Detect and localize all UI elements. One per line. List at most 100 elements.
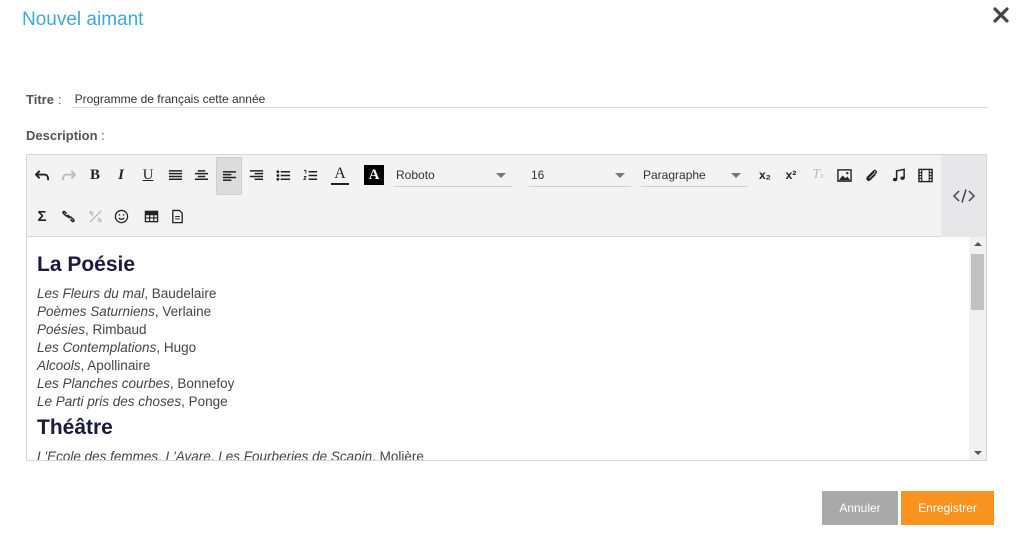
block-format-select[interactable]: Paragraphe: [641, 163, 747, 187]
align-left-button[interactable]: [216, 157, 242, 195]
italic-button[interactable]: I: [108, 162, 134, 188]
clear-format-icon: T: [812, 167, 821, 182]
insert-page-button[interactable]: [164, 203, 190, 229]
subscript-button[interactable]: x₂: [752, 162, 778, 188]
bullet-list-button[interactable]: [270, 162, 296, 188]
align-center-button[interactable]: [188, 162, 214, 188]
numbered-list-icon: [302, 169, 317, 180]
title-label: Titre: [26, 91, 54, 107]
editor-scrollbar[interactable]: [969, 237, 986, 460]
scroll-up-icon[interactable]: [974, 242, 982, 246]
unlink-icon: [88, 209, 102, 223]
work-title: Les Fourberies de Scapin: [218, 449, 373, 460]
chevron-down-icon: [615, 173, 625, 178]
editor-content-body: La Poésie Les Fleurs du mal, Baudelaire …: [37, 251, 967, 460]
save-button[interactable]: Enregistrer: [901, 491, 994, 525]
film-icon: [917, 168, 933, 182]
font-size-value: 16: [531, 167, 545, 182]
justify-button[interactable]: [162, 162, 188, 188]
font-family-value: Roboto: [396, 167, 435, 182]
smiley-icon: [114, 209, 128, 223]
description-separator: :: [101, 128, 105, 143]
work-author: , Molière: [372, 449, 424, 460]
attach-file-button[interactable]: [858, 162, 884, 188]
image-icon: [836, 168, 852, 182]
work-author: , Hugo: [156, 340, 197, 355]
code-view-button[interactable]: [941, 155, 986, 237]
editor-content[interactable]: La Poésie Les Fleurs du mal, Baudelaire …: [27, 237, 986, 460]
scroll-thumb[interactable]: [971, 254, 984, 310]
font-size-select[interactable]: 16: [529, 163, 631, 187]
superscript-button[interactable]: x²: [778, 162, 804, 188]
justify-icon: [168, 169, 182, 180]
font-family-select[interactable]: Roboto: [394, 163, 512, 187]
work-author: , Rimbaud: [85, 322, 147, 337]
work-separator: ,: [158, 449, 166, 460]
list-item: Alcools, Apollinaire: [37, 357, 967, 375]
list-item: Les Fleurs du mal, Baudelaire: [37, 285, 967, 303]
close-button[interactable]: [992, 6, 1010, 24]
text-color-swatch: [331, 182, 349, 185]
align-right-button[interactable]: [243, 162, 269, 188]
background-color-icon: A: [364, 165, 384, 185]
insert-formula-button[interactable]: Σ: [29, 203, 55, 229]
work-author: , Bonnefoy: [169, 376, 235, 391]
table-icon: [144, 210, 158, 222]
undo-button[interactable]: [29, 162, 55, 188]
work-title: Les Fleurs du mal: [37, 286, 145, 301]
insert-link-button[interactable]: [55, 203, 81, 229]
heading-poetry: La Poésie: [37, 253, 136, 276]
work-title: L'Avare: [165, 449, 211, 460]
code-icon: [952, 189, 975, 203]
paperclip-icon: [865, 169, 877, 181]
work-title: Poésies: [37, 322, 86, 337]
list-item: Les Contemplations, Hugo: [37, 339, 967, 357]
editor-toolbar: B I U A A Roboto 16 Paragraphe x₂ x² T x…: [27, 155, 986, 237]
underline-button[interactable]: U: [135, 162, 161, 188]
chevron-down-icon: [496, 173, 506, 178]
list-item: Les Planches courbes, Bonnefoy: [37, 375, 967, 393]
insert-image-button[interactable]: [831, 162, 857, 188]
document-icon: [171, 209, 183, 223]
clear-format-x: x: [820, 170, 824, 180]
description-label-text: Description: [26, 128, 98, 143]
cancel-button[interactable]: Annuler: [822, 491, 898, 525]
insert-video-button[interactable]: [912, 162, 938, 188]
toolbar-buttons: B I U A A Roboto 16 Paragraphe x₂ x² T x…: [27, 155, 941, 237]
align-center-icon: [194, 169, 208, 180]
title-separator: :: [57, 91, 62, 107]
link-icon: [61, 210, 75, 222]
work-title: Le Parti pris des choses: [37, 394, 182, 409]
list-item: Le Parti pris des choses, Ponge: [37, 393, 967, 411]
block-format-value: Paragraphe: [643, 167, 706, 182]
work-title: Les Contemplations: [37, 340, 157, 355]
work-author: , Ponge: [181, 394, 228, 409]
work-title: L'Ecole des femmes: [37, 449, 159, 460]
unlink-button[interactable]: [82, 203, 108, 229]
work-author: , Verlaine: [154, 304, 212, 319]
rich-text-editor: B I U A A Roboto 16 Paragraphe x₂ x² T x…: [26, 154, 987, 461]
list-item: Poésies, Rimbaud: [37, 321, 967, 339]
align-left-icon: [222, 170, 236, 181]
list-item: Poèmes Saturniens, Verlaine: [37, 303, 967, 321]
bold-button[interactable]: B: [82, 162, 108, 188]
insert-audio-button[interactable]: [885, 162, 911, 188]
numbered-list-button[interactable]: [297, 162, 323, 188]
bullet-list-icon: [275, 169, 290, 181]
background-color-button[interactable]: A: [361, 162, 387, 188]
clear-format-button[interactable]: Tx: [805, 162, 831, 188]
work-title: Poèmes Saturniens: [37, 304, 155, 319]
scroll-down-icon[interactable]: [974, 451, 982, 455]
work-author: , Apollinaire: [80, 358, 151, 373]
close-icon: [993, 7, 1009, 23]
text-color-button[interactable]: A: [327, 162, 353, 188]
dialog-title: Nouvel aimant: [22, 9, 144, 30]
undo-icon: [34, 169, 49, 180]
title-input[interactable]: [71, 90, 988, 108]
music-note-icon: [892, 168, 905, 181]
insert-emoji-button[interactable]: [108, 203, 134, 229]
work-title: Les Planches courbes: [37, 376, 170, 391]
insert-table-button[interactable]: [138, 203, 164, 229]
list-item: L'Ecole des femmes, L'Avare, Les Fourber…: [37, 448, 967, 460]
redo-button[interactable]: [55, 162, 81, 188]
